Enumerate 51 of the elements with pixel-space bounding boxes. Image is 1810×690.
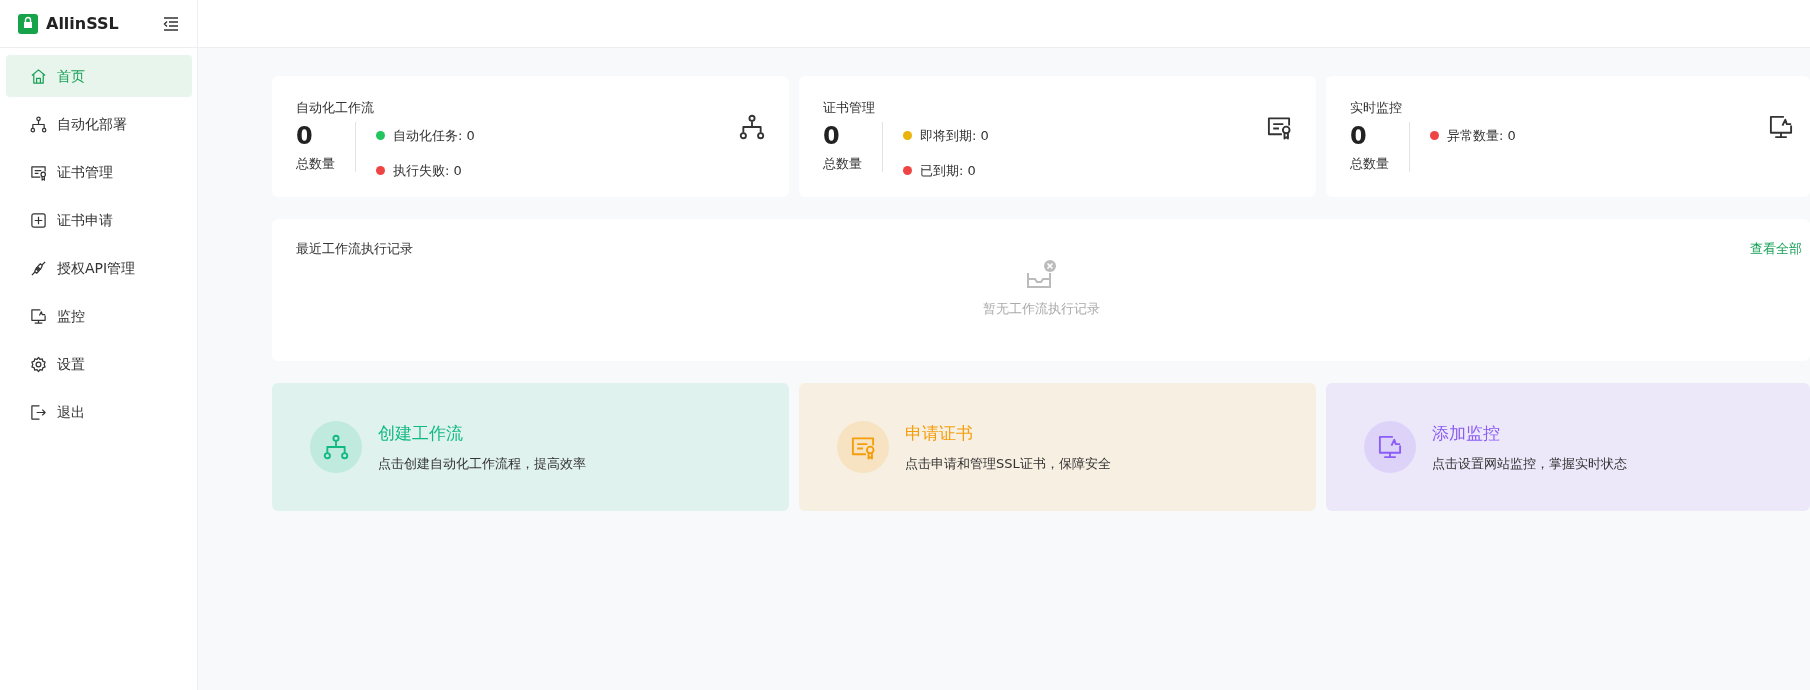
monitor-icon [30, 307, 47, 325]
status-count: 异常数量: 0 [1447, 126, 1516, 145]
total-label: 总数量 [296, 155, 335, 174]
monitor-icon [1377, 434, 1403, 460]
plus-square-icon [30, 211, 47, 229]
view-all-link[interactable]: 查看全部 [1750, 239, 1802, 259]
brand-name: AllinSSL [46, 12, 119, 35]
action-card[interactable]: 创建工作流 点击创建自动化工作流程，提高效率 [272, 383, 789, 511]
action-card[interactable]: 添加监控 点击设置网站监控，掌握实时状态 [1326, 383, 1810, 511]
certificate-icon [850, 434, 876, 460]
settings-icon [30, 355, 47, 373]
card-title: 证书管理 [823, 99, 876, 117]
plug-icon [30, 259, 47, 277]
workflow-icon [739, 114, 765, 140]
empty-message: 暂无工作流执行记录 [982, 299, 1100, 318]
card-title: 最近工作流执行记录 [296, 240, 413, 258]
sidebar-item[interactable]: 设置 [6, 343, 192, 385]
total-label: 总数量 [823, 155, 862, 174]
action-description: 点击创建自动化工作流程，提高效率 [378, 455, 586, 473]
sidebar-item[interactable]: 退出 [6, 391, 192, 433]
card-title: 实时监控 [1350, 99, 1403, 117]
monitor-icon [1768, 114, 1794, 140]
card-title: 自动化工作流 [296, 99, 375, 117]
status-count: 即将到期: 0 [920, 126, 989, 145]
status-count: 已到期: 0 [920, 162, 976, 180]
sidebar-item[interactable]: 证书管理 [6, 151, 192, 193]
certificate-icon [1266, 114, 1292, 140]
workflow-icon [323, 434, 349, 460]
total-count: 0 [823, 121, 841, 151]
status-count: 执行失败: 0 [393, 162, 462, 180]
collapse-menu-icon[interactable] [163, 16, 179, 31]
certificate-icon [30, 163, 47, 181]
home-icon [30, 67, 47, 85]
action-description: 点击设置网站监控，掌握实时状态 [1432, 455, 1627, 473]
sidebar-item[interactable]: 自动化部署 [6, 103, 192, 145]
action-title: 创建工作流 [378, 421, 464, 445]
action-title: 添加监控 [1432, 421, 1501, 445]
status-count: 自动化任务: 0 [393, 126, 475, 145]
total-label: 总数量 [1350, 155, 1389, 174]
sidebar-item[interactable]: 证书申请 [6, 199, 192, 241]
logout-icon [30, 403, 47, 421]
action-card[interactable]: 申请证书 点击申请和管理SSL证书，保障安全 [799, 383, 1316, 511]
total-count: 0 [1350, 121, 1368, 151]
sidebar-item[interactable]: 监控 [6, 295, 192, 337]
workflow-icon [30, 115, 47, 133]
action-title: 申请证书 [905, 421, 974, 445]
empty-inbox-icon [1025, 258, 1057, 291]
padlock-logo-icon [18, 13, 38, 34]
total-count: 0 [296, 121, 314, 151]
action-description: 点击申请和管理SSL证书，保障安全 [905, 455, 1111, 473]
sidebar-item[interactable]: 授权API管理 [6, 247, 192, 289]
